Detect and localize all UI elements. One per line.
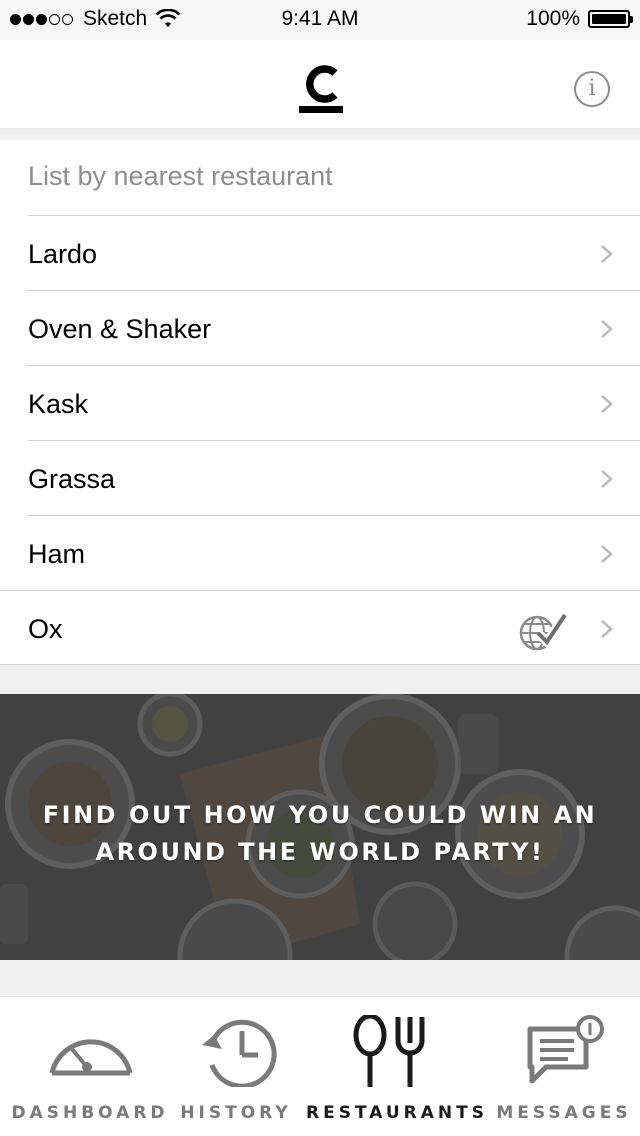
battery-percent: 100% <box>526 7 580 30</box>
history-clock-icon <box>202 1019 277 1087</box>
tab-history[interactable]: HISTORY <box>180 997 292 1136</box>
battery-icon <box>588 10 633 28</box>
app-header: i <box>0 40 640 134</box>
promo-line-2: AROUND THE WORLD PARTY! <box>95 838 545 866</box>
restaurant-list: List by nearest restaurant Lardo Oven & … <box>0 140 640 665</box>
speedometer-icon <box>49 1039 133 1076</box>
tab-messages[interactable]: MESSAGES <box>494 997 634 1136</box>
list-item[interactable]: Ox <box>0 590 640 665</box>
chevron-right-icon <box>601 470 613 488</box>
restaurant-name: Kask <box>28 389 89 419</box>
list-item[interactable]: Kask <box>28 365 640 440</box>
promo-line-1: FIND OUT HOW YOU COULD WIN AN <box>42 801 598 829</box>
fork-spoon-icon <box>353 1015 425 1087</box>
tab-label: RESTAURANTS <box>306 1103 488 1123</box>
tab-label: MESSAGES <box>496 1103 632 1123</box>
promo-headline: FIND OUT HOW YOU COULD WIN AN AROUND THE… <box>0 797 640 871</box>
promo-banner[interactable]: FIND OUT HOW YOU COULD WIN AN AROUND THE… <box>0 694 640 960</box>
list-header: List by nearest restaurant <box>28 161 333 191</box>
chevron-right-icon <box>601 320 613 338</box>
info-icon[interactable]: i <box>574 71 610 107</box>
tab-label: DASHBOARD <box>11 1103 169 1123</box>
restaurant-name: Lardo <box>28 239 98 269</box>
message-bubble-icon <box>527 1015 604 1084</box>
restaurant-name: Oven & Shaker <box>28 314 212 344</box>
chevron-right-icon <box>601 245 613 263</box>
chevron-right-icon <box>601 620 613 638</box>
tab-bar: DASHBOARD HISTORY RESTAURANTS MESSAGES <box>0 996 640 1136</box>
restaurant-name: Ham <box>28 539 86 569</box>
list-item[interactable]: Oven & Shaker <box>28 290 640 365</box>
tab-restaurants[interactable]: RESTAURANTS <box>306 997 488 1136</box>
restaurant-name: Grassa <box>28 464 116 494</box>
status-right: 100% <box>526 7 633 31</box>
list-item[interactable]: Lardo <box>28 215 640 290</box>
chevron-right-icon <box>601 395 613 413</box>
list-item[interactable]: Grassa <box>28 440 640 515</box>
chevron-right-icon <box>601 545 613 563</box>
tab-dashboard[interactable]: DASHBOARD <box>0 997 180 1136</box>
globe-check-icon <box>519 612 568 651</box>
tab-label: HISTORY <box>180 1103 292 1123</box>
status-bar: Sketch 9:41 AM 100% <box>0 0 640 40</box>
list-item[interactable]: Ham <box>28 515 640 590</box>
app-logo <box>299 65 343 113</box>
restaurant-name: Ox <box>28 614 63 644</box>
